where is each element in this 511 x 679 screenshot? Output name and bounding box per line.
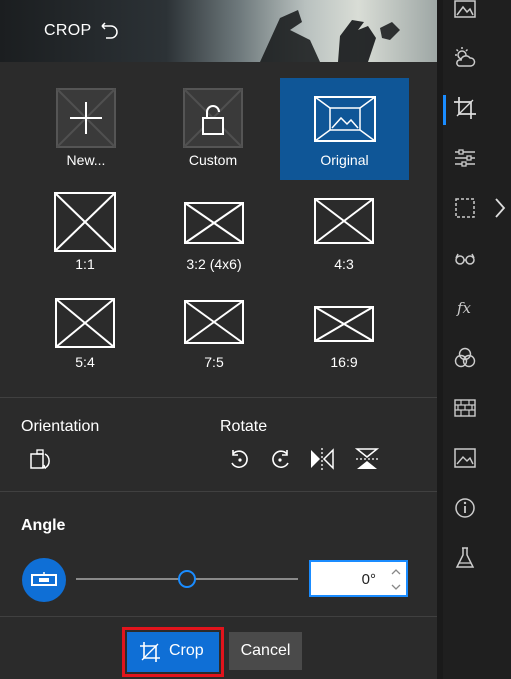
flip-horizontal-icon[interactable] <box>309 446 335 472</box>
page-title: CROP <box>44 22 92 39</box>
ratio-box-icon <box>55 298 115 348</box>
aspect-16-9[interactable]: 16:9 <box>294 296 394 396</box>
crop-button-label: Crop <box>169 642 204 659</box>
ratio-box-icon <box>54 192 116 252</box>
crop-panel: CROP New... Custom Original 1:1 3:2 (4x6… <box>0 0 437 679</box>
chevron-right-icon[interactable] <box>492 196 508 220</box>
cancel-button-label: Cancel <box>240 642 291 659</box>
aspect-label: 5:4 <box>75 354 95 370</box>
crop-header: CROP <box>0 0 437 62</box>
orientation-swap-icon[interactable] <box>28 446 54 472</box>
chevron-down-icon[interactable] <box>390 581 402 593</box>
aspect-label: 16:9 <box>330 354 358 370</box>
fx-icon[interactable]: fx <box>453 296 477 320</box>
ratio-box-icon <box>184 202 244 244</box>
sidebar-active-indicator <box>443 95 446 125</box>
aspect-label: Original <box>320 152 369 168</box>
auto-straighten-button[interactable] <box>22 558 66 602</box>
angle-value: 0° <box>361 571 376 588</box>
ratio-box-icon <box>184 300 244 344</box>
aspect-original[interactable]: Original <box>280 78 409 180</box>
weather-icon[interactable] <box>453 46 477 70</box>
rotate-right-icon[interactable] <box>267 446 293 472</box>
aspect-1-1[interactable]: 1:1 <box>35 190 135 290</box>
aspect-3-2[interactable]: 3:2 (4x6) <box>164 190 264 290</box>
crop-button[interactable]: Crop <box>127 632 219 672</box>
flask-icon[interactable] <box>453 546 477 570</box>
aspect-7-5[interactable]: 7:5 <box>164 296 264 396</box>
aspect-label: 3:2 (4x6) <box>186 256 242 272</box>
selection-icon[interactable] <box>453 196 477 220</box>
svg-text:fx: fx <box>456 299 472 317</box>
aspect-label: 7:5 <box>204 354 224 370</box>
image-icon[interactable] <box>453 446 477 470</box>
aspect-label: 4:3 <box>334 256 354 272</box>
header-photo <box>260 10 400 62</box>
angle-slider-thumb[interactable] <box>178 570 196 588</box>
texture-icon[interactable] <box>453 396 477 420</box>
adjust-sliders-icon[interactable] <box>453 146 477 170</box>
ratio-box-icon <box>314 306 374 342</box>
original-image-icon <box>314 96 376 142</box>
rotate-left-icon[interactable] <box>227 446 253 472</box>
aspect-4-3[interactable]: 4:3 <box>294 190 394 290</box>
glasses-icon[interactable] <box>453 246 477 270</box>
crop-icon[interactable] <box>453 96 477 120</box>
crop-icon <box>140 642 160 662</box>
divider <box>0 397 437 398</box>
tool-sidebar: fx <box>443 0 489 679</box>
angle-input[interactable]: 0° <box>309 560 408 597</box>
orientation-label: Orientation <box>21 418 100 435</box>
color-circles-icon[interactable] <box>453 346 477 370</box>
aspect-custom[interactable]: Custom <box>163 80 263 180</box>
undo-icon[interactable] <box>100 22 120 42</box>
rotate-label: Rotate <box>220 418 268 435</box>
aspect-label: New... <box>66 152 106 168</box>
info-icon[interactable] <box>453 496 477 520</box>
lock-open-icon <box>183 88 243 148</box>
level-icon <box>31 572 57 586</box>
angle-label: Angle <box>21 517 66 534</box>
ratio-box-icon <box>314 198 374 244</box>
chevron-up-icon[interactable] <box>390 566 402 578</box>
divider <box>0 616 437 617</box>
flip-vertical-icon[interactable] <box>354 446 380 472</box>
add-icon <box>56 88 116 148</box>
aspect-label: Custom <box>188 152 238 168</box>
aspect-new[interactable]: New... <box>36 80 136 180</box>
landscape-photos-icon[interactable] <box>453 0 477 22</box>
cancel-button[interactable]: Cancel <box>229 632 302 670</box>
divider <box>0 491 437 492</box>
aspect-5-4[interactable]: 5:4 <box>35 296 135 396</box>
aspect-label: 1:1 <box>75 256 95 272</box>
